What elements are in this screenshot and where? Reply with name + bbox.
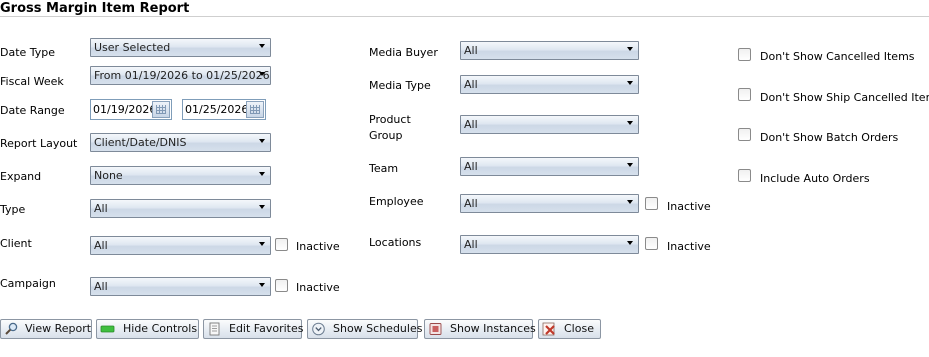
report-layout-label: Report Layout [0,137,78,150]
media-buyer-dropdown[interactable]: All [460,41,639,60]
date-range-end-input[interactable]: 01/25/2026 [182,99,266,120]
employee-label: Employee [369,195,424,208]
fiscal-week-dropdown[interactable]: From 01/19/2026 to 01/25/2026 [90,66,271,85]
fiscal-week-value: From 01/19/2026 to 01/25/2026 [94,69,270,82]
date-range-label: Date Range [0,104,65,117]
product-group-value: All [464,118,478,131]
campaign-inactive-label: Inactive [296,281,340,294]
close-label: Close [564,322,594,335]
chevron-down-icon [627,47,633,51]
product-group-dropdown[interactable]: All [460,115,639,134]
view-report-label: View Report [25,322,92,335]
chevron-down-icon [627,163,633,167]
employee-inactive-checkbox[interactable] [645,197,658,210]
calendar-icon[interactable] [152,101,170,118]
campaign-value: All [94,280,108,293]
chevron-down-icon [627,121,633,125]
product-group-label-line2: Group [369,129,403,142]
media-type-label: Media Type [369,79,431,92]
document-icon [209,322,220,336]
expand-label: Expand [0,170,42,183]
include-auto-orders-checkbox[interactable] [738,169,751,182]
team-value: All [464,160,478,173]
chevron-down-icon [259,242,265,246]
date-range-end-value: 01/25/2026 [185,103,249,116]
show-instances-label: Show Instances [450,322,536,335]
campaign-inactive-checkbox[interactable] [275,279,288,292]
title-divider [0,16,929,17]
employee-inactive-label: Inactive [667,200,711,213]
close-icon [542,322,555,336]
dont-show-ship-cancelled-checkbox[interactable] [738,88,751,101]
expand-dropdown[interactable]: None [90,166,271,185]
close-button[interactable]: Close [538,319,601,339]
chevron-down-icon [259,172,265,176]
chevron-down-icon [259,139,265,143]
chevron-circle-icon [312,322,325,336]
dont-show-cancelled-checkbox[interactable] [738,48,751,61]
magnifier-icon [5,322,18,335]
date-range-start-input[interactable]: 01/19/2026 [90,99,172,120]
dont-show-cancelled-label: Don't Show Cancelled Items [760,50,915,63]
report-layout-dropdown[interactable]: Client/Date/DNIS [90,133,271,152]
hide-controls-button[interactable]: Hide Controls [96,319,199,339]
fiscal-week-label: Fiscal Week [0,75,64,88]
chevron-down-icon [259,205,265,209]
dont-show-batch-label: Don't Show Batch Orders [760,131,899,144]
client-label: Client [0,237,32,250]
report-layout-value: Client/Date/DNIS [94,136,187,149]
locations-inactive-label: Inactive [667,240,711,253]
client-dropdown[interactable]: All [90,236,271,255]
client-inactive-checkbox[interactable] [275,238,288,251]
locations-dropdown[interactable]: All [460,235,639,254]
client-inactive-label: Inactive [296,240,340,253]
client-value: All [94,239,108,252]
chevron-down-icon [627,241,633,245]
chevron-down-icon [259,44,265,48]
chevron-down-icon [259,283,265,287]
date-range-start-value: 01/19/2026 [93,103,157,116]
media-type-dropdown[interactable]: All [460,75,639,94]
page-title: Gross Margin Item Report [0,1,190,16]
green-bar-icon [100,325,115,333]
edit-favorites-label: Edit Favorites [229,322,304,335]
instances-icon [429,323,442,335]
media-type-value: All [464,78,478,91]
locations-label: Locations [369,236,422,249]
date-type-dropdown[interactable]: User Selected [90,38,271,57]
type-dropdown[interactable]: All [90,199,271,218]
date-type-label: Date Type [0,46,56,59]
show-schedules-button[interactable]: Show Schedules [307,319,422,339]
chevron-down-icon [259,72,265,76]
show-instances-button[interactable]: Show Instances [424,319,536,339]
product-group-label-line1: Product [369,113,411,126]
calendar-icon[interactable] [246,101,264,118]
type-value: All [94,202,108,215]
chevron-down-icon [627,81,633,85]
employee-value: All [464,197,478,210]
include-auto-orders-label: Include Auto Orders [760,172,870,185]
locations-value: All [464,238,478,251]
media-buyer-label: Media Buyer [369,46,438,59]
show-schedules-label: Show Schedules [333,322,423,335]
expand-value: None [94,169,123,182]
dont-show-batch-checkbox[interactable] [738,128,751,141]
campaign-label: Campaign [0,277,56,290]
campaign-dropdown[interactable]: All [90,277,271,296]
employee-dropdown[interactable]: All [460,194,639,213]
locations-inactive-checkbox[interactable] [645,237,658,250]
dont-show-ship-cancelled-label: Don't Show Ship Cancelled Items' [760,91,929,104]
edit-favorites-button[interactable]: Edit Favorites [203,319,304,339]
date-type-value: User Selected [94,41,171,54]
type-label: Type [0,203,26,216]
hide-controls-label: Hide Controls [123,322,198,335]
media-buyer-value: All [464,44,478,57]
team-dropdown[interactable]: All [460,157,639,176]
team-label: Team [369,162,399,175]
view-report-button[interactable]: View Report [0,319,92,339]
chevron-down-icon [627,200,633,204]
